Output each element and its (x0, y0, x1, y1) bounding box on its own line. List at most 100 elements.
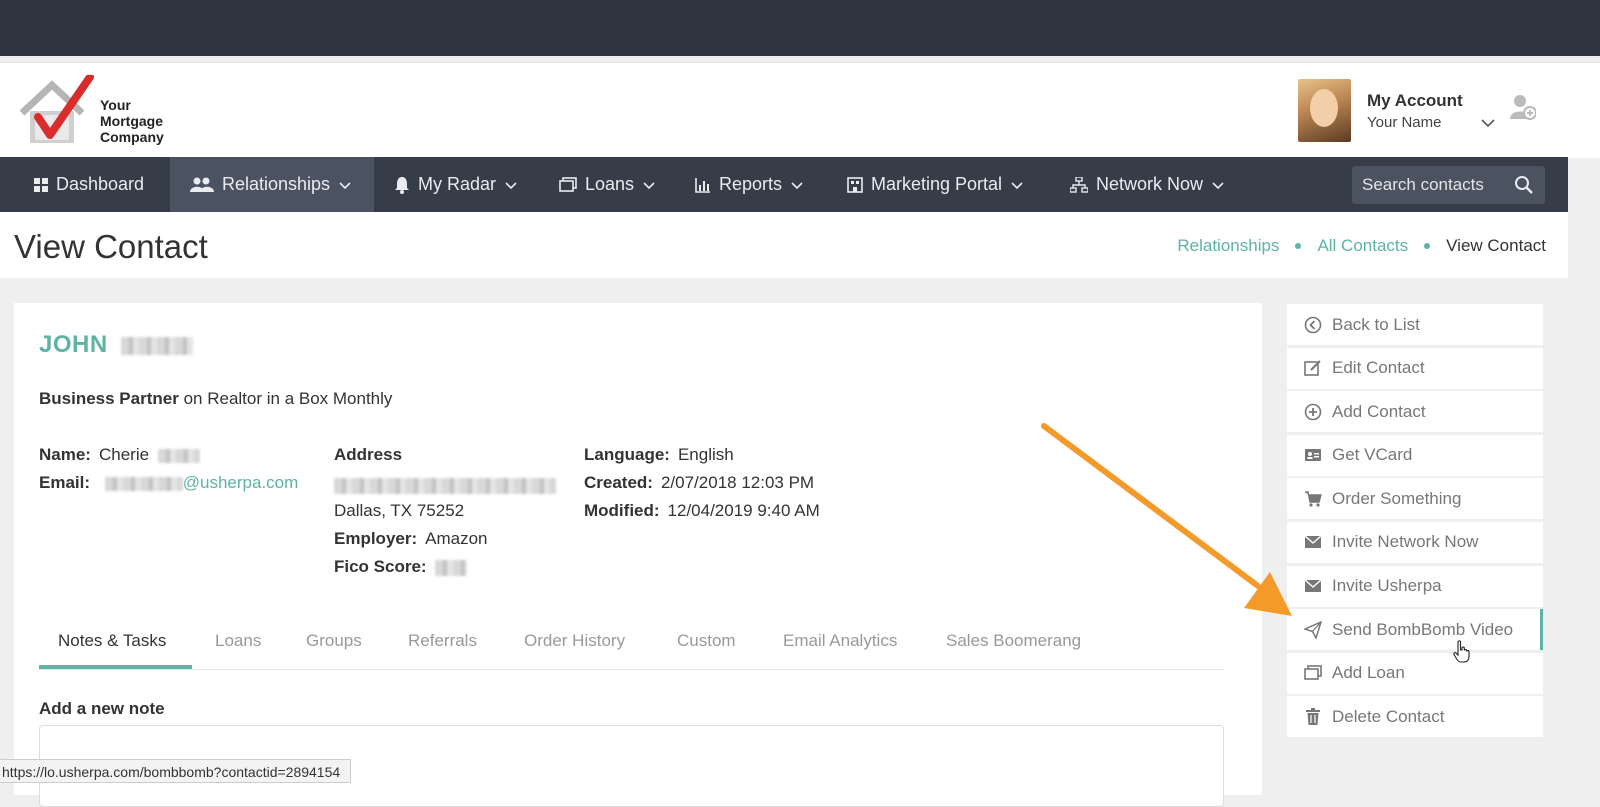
breadcrumb-separator (1295, 243, 1302, 249)
created-field: Created: 2/07/2018 12:03 PM (584, 473, 815, 492)
loans-icon (1304, 665, 1322, 681)
trash-icon (1306, 707, 1320, 725)
loans-icon (559, 176, 577, 192)
get-vcard-button[interactable]: Get VCard (1287, 434, 1543, 476)
tab-loans[interactable]: Loans (215, 631, 261, 651)
redacted-email (104, 476, 183, 491)
add-note-label: Add a new note (39, 699, 165, 718)
nav-loans[interactable]: Loans (559, 157, 656, 212)
back-to-list-button[interactable]: Back to List (1287, 304, 1543, 345)
employer-field: Employer: Amazon (334, 529, 488, 548)
add-contact-button[interactable]: Add Contact (1287, 391, 1543, 433)
language-field: Language: English (584, 445, 734, 464)
nav-marketing-portal[interactable]: Marketing Portal (847, 157, 1024, 212)
page-header: View Contact Relationships All Contacts … (0, 212, 1568, 278)
action-label: Invite Usherpa (1332, 576, 1442, 596)
status-bar-url: https://lo.usherpa.com/bombbomb?contacti… (0, 759, 352, 783)
chevron-down-icon (1212, 181, 1224, 189)
nav-label: Loans (585, 174, 635, 194)
contact-name: JOHN (39, 331, 193, 359)
address-city: Dallas, TX 75252 (334, 501, 465, 520)
chevron-down-icon[interactable] (1480, 115, 1496, 131)
chevron-down-icon (791, 181, 803, 189)
user-add-icon[interactable] (1510, 93, 1536, 121)
send-bombbomb-video-button[interactable]: Send BombBomb Video (1287, 609, 1543, 651)
nav-label: Dashboard (56, 174, 145, 194)
people-icon (190, 177, 214, 192)
avatar[interactable] (1298, 79, 1351, 142)
delete-contact-button[interactable]: Delete Contact (1287, 696, 1543, 738)
add-loan-button[interactable]: Add Loan (1287, 652, 1543, 694)
orange-annotation-arrow (1041, 423, 1292, 616)
breadcrumb-separator (1424, 243, 1431, 249)
nav-label: My Radar (418, 174, 497, 194)
breadcrumb-current: View Contact (1446, 236, 1546, 255)
active-tab-indicator (39, 665, 192, 669)
dashboard-icon (34, 177, 48, 192)
chevron-down-icon (1011, 181, 1023, 189)
breadcrumb: Relationships All Contacts View Contact (1177, 236, 1546, 256)
bar-chart-icon (695, 177, 710, 193)
page-title: View Contact (14, 228, 208, 265)
contact-role: Business Partner on Realtor in a Box Mon… (39, 389, 393, 408)
account-title[interactable]: My Account (1367, 91, 1463, 111)
edit-contact-button[interactable]: Edit Contact (1287, 347, 1543, 389)
account-name[interactable]: Your Name (1367, 114, 1442, 131)
action-label: Back to List (1332, 314, 1420, 334)
tab-order-history[interactable]: Order History (524, 631, 625, 651)
action-label: Edit Contact (1332, 358, 1425, 378)
name-field: Name: Cherie (39, 445, 200, 465)
search-box (1352, 166, 1545, 204)
building-icon (847, 176, 863, 193)
redacted-name (157, 448, 200, 463)
search-icon[interactable] (1514, 175, 1534, 195)
modified-field: Modified: 12/04/2019 9:40 AM (584, 501, 820, 520)
plus-circle-icon (1304, 403, 1322, 420)
house-check-logo-icon (19, 73, 94, 143)
action-label: Invite Network Now (1332, 532, 1479, 552)
tab-sales-boomerang[interactable]: Sales Boomerang (946, 631, 1081, 651)
redacted-address (334, 477, 556, 494)
nav-network-now[interactable]: Network Now (1070, 157, 1225, 212)
fico-field: Fico Score: (334, 557, 467, 577)
action-label: Delete Contact (1332, 706, 1445, 726)
tab-notes-tasks[interactable]: Notes & Tasks (58, 631, 166, 651)
nav-reports[interactable]: Reports (695, 157, 804, 212)
nav-label: Network Now (1096, 174, 1204, 194)
action-sidebar: Back to List Edit Contact Add Contact Ge… (1287, 304, 1543, 740)
tab-custom[interactable]: Custom (677, 631, 736, 651)
edit-icon (1304, 360, 1321, 376)
nav-dashboard[interactable]: Dashboard (20, 157, 158, 212)
bell-icon (395, 176, 409, 194)
chevron-down-icon (339, 181, 351, 189)
hand-pointer-icon (1453, 640, 1470, 663)
tab-referrals[interactable]: Referrals (408, 631, 477, 651)
action-label: Add Loan (1332, 663, 1405, 683)
action-label: Add Contact (1332, 401, 1426, 421)
invite-network-now-button[interactable]: Invite Network Now (1287, 521, 1543, 563)
chevron-down-icon (505, 181, 517, 189)
chevron-down-icon (643, 181, 655, 189)
main-nav: Dashboard Relationships My Radar Loans R… (0, 157, 1568, 212)
email-link[interactable]: @usherpa.com (183, 473, 299, 492)
nav-label: Marketing Portal (871, 174, 1003, 194)
invite-usherpa-button[interactable]: Invite Usherpa (1287, 565, 1543, 607)
action-label: Send BombBomb Video (1332, 619, 1514, 639)
breadcrumb-all-contacts[interactable]: All Contacts (1317, 236, 1408, 256)
order-something-button[interactable]: Order Something (1287, 478, 1543, 520)
nav-label: Reports (719, 174, 783, 194)
nav-relationships[interactable]: Relationships (170, 157, 374, 212)
nav-my-radar[interactable]: My Radar (394, 157, 518, 212)
tab-groups[interactable]: Groups (306, 631, 362, 651)
breadcrumb-relationships[interactable]: Relationships (1177, 236, 1279, 256)
action-label: Get VCard (1332, 445, 1413, 465)
address-street (334, 475, 556, 495)
company-logo[interactable]: Your Mortgage Company (18, 73, 188, 150)
action-label: Order Something (1332, 488, 1462, 508)
redacted-fico (434, 559, 467, 576)
tab-email-analytics[interactable]: Email Analytics (783, 631, 897, 651)
search-input[interactable] (1362, 166, 1512, 204)
nav-label: Relationships (222, 174, 331, 194)
header: Your Mortgage Company My Account Your Na… (0, 62, 1600, 158)
redacted-last-name (120, 336, 193, 355)
